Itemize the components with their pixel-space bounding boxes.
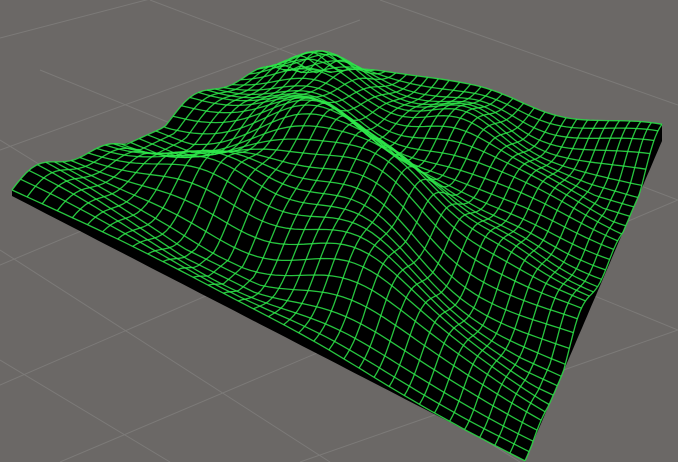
scene-canvas[interactable] [0,0,678,462]
ground-grid-line [0,359,171,462]
terrain-mesh[interactable] [11,50,663,462]
ground-grid-line [0,0,149,39]
scene-viewport[interactable] [0,0,678,462]
